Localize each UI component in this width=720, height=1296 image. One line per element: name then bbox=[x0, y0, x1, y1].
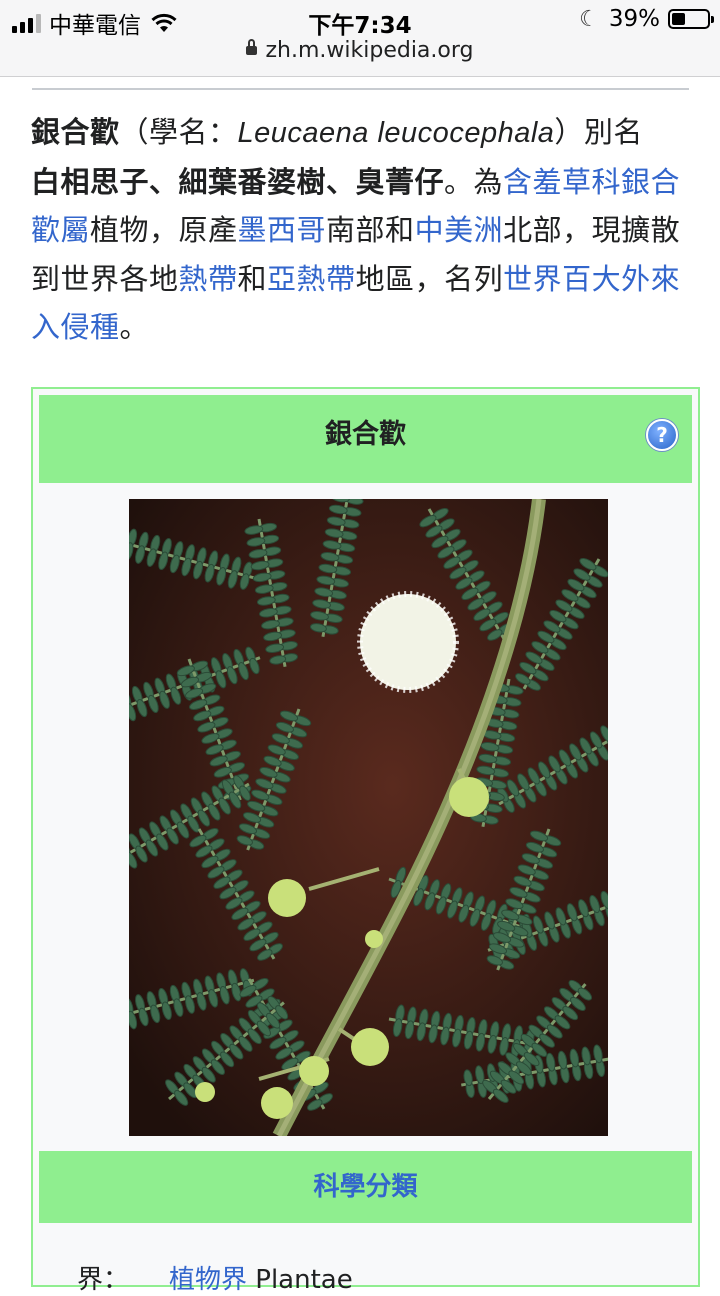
intro-paragraph: 銀合歡（學名：Leucaena leucocephala）別名 白相思子、細葉番婆… bbox=[31, 115, 681, 344]
kingdom-link[interactable]: 植物界 bbox=[169, 1265, 247, 1295]
kingdom-value: 植物界 Plantae bbox=[169, 1265, 353, 1295]
aliases-bold: 白相思子、細葉番婆樹、臭菁仔 bbox=[31, 164, 445, 199]
section-divider bbox=[32, 88, 689, 90]
scientific-name: Leucaena leucocephala bbox=[237, 117, 555, 149]
link-central-america[interactable]: 中美洲 bbox=[415, 213, 504, 247]
lock-icon bbox=[246, 38, 258, 55]
kingdom-label: 界： bbox=[77, 1265, 130, 1295]
link-tropics[interactable]: 熱帶 bbox=[179, 262, 238, 296]
url-bar[interactable]: zh.m.wikipedia.org bbox=[0, 38, 720, 63]
url-domain[interactable]: zh.m.wikipedia.org bbox=[265, 38, 473, 63]
leucaena-plant-image bbox=[129, 499, 608, 1136]
battery-percent: 39% bbox=[608, 6, 660, 32]
link-subtropics[interactable]: 亞熱帶 bbox=[267, 262, 356, 296]
status-bar: 中華電信 下午7:34 ☾ 39% zh.m.wikipedia.org bbox=[0, 0, 720, 77]
battery-fill bbox=[672, 13, 685, 25]
do-not-disturb-icon: ☾ bbox=[579, 6, 599, 32]
status-bar-right: ☾ 39% bbox=[579, 6, 714, 32]
help-icon[interactable]: ? bbox=[646, 419, 678, 451]
species-photo[interactable] bbox=[129, 499, 608, 1136]
taxobox-title: 銀合歡 ? bbox=[39, 395, 692, 483]
battery-icon bbox=[668, 9, 714, 29]
scientific-classification-header[interactable]: 科學分類 bbox=[39, 1151, 692, 1223]
link-mexico[interactable]: 墨西哥 bbox=[238, 213, 327, 247]
term-bold: 銀合歡 bbox=[31, 115, 120, 149]
taxobox: 銀合歡 ? 科學分類 界： 植物界 Plantae bbox=[31, 387, 700, 1295]
